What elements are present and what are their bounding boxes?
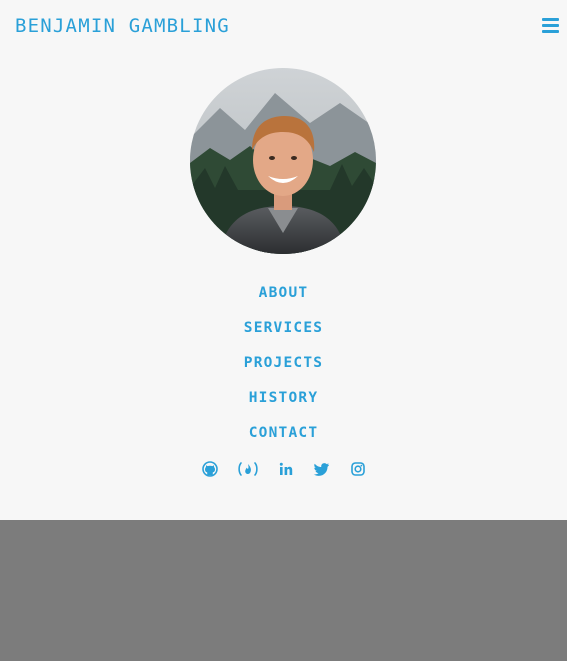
main-menu: ABOUT SERVICES PROJECTS HISTORY CONTACT (0, 280, 567, 455)
site-brand-link[interactable]: BENJAMIN GAMBLING (15, 15, 230, 37)
bars-icon[interactable] (542, 17, 559, 34)
menu-link-services[interactable]: SERVICES (244, 320, 323, 336)
menu-item-history: HISTORY (0, 385, 567, 420)
twitter-icon[interactable] (312, 459, 332, 479)
menu-item-services: SERVICES (0, 315, 567, 350)
avatar (190, 68, 376, 254)
social-links (0, 459, 567, 479)
instagram-icon[interactable] (348, 459, 368, 479)
page: BENJAMIN GAMBLING ABOUT SERVICES PROJECT… (0, 0, 567, 661)
github-icon[interactable] (200, 459, 220, 479)
menu-item-about: ABOUT (0, 280, 567, 315)
menu-link-contact[interactable]: CONTACT (249, 425, 319, 441)
linkedin-icon[interactable] (276, 459, 296, 479)
menu-item-projects: PROJECTS (0, 350, 567, 385)
menu-item-contact: CONTACT (0, 420, 567, 455)
menu-link-history[interactable]: HISTORY (249, 390, 319, 406)
menu-link-projects[interactable]: PROJECTS (244, 355, 323, 371)
navigation-panel: BENJAMIN GAMBLING ABOUT SERVICES PROJECT… (0, 0, 567, 520)
dimmed-content-overlay[interactable] (0, 520, 567, 661)
freecodecamp-icon[interactable] (236, 459, 260, 479)
menu-link-about[interactable]: ABOUT (259, 285, 309, 301)
